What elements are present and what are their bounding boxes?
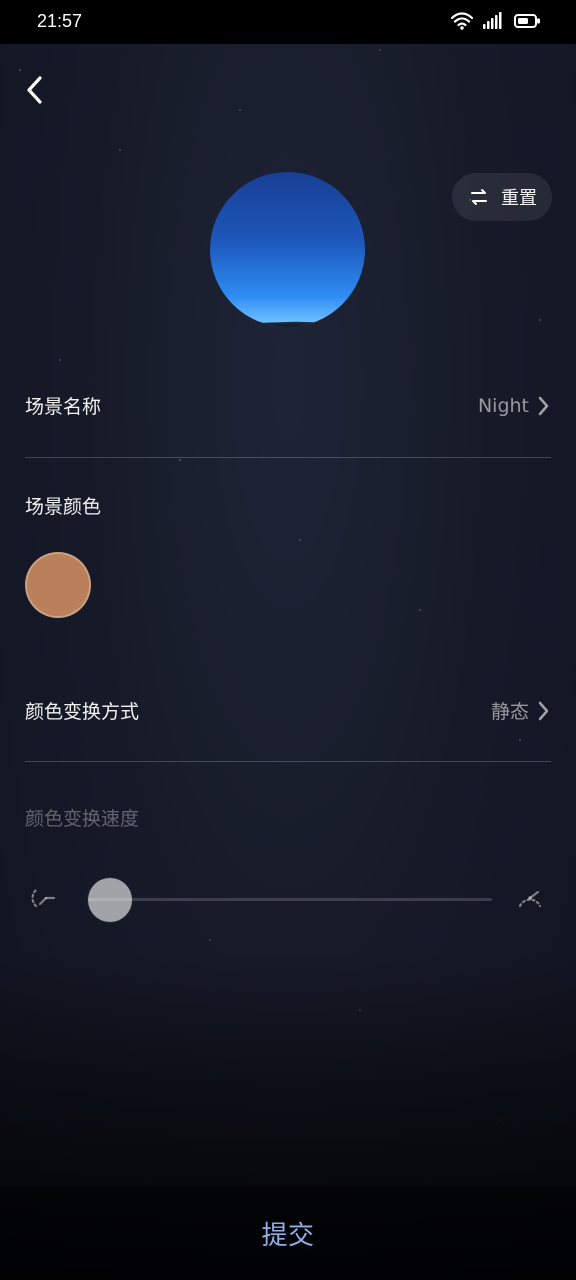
scene-color-row: 场景颜色 [25,492,551,519]
slow-speed-icon [31,888,56,908]
status-icons [450,12,542,30]
scene-name-value-wrap: Night [478,395,551,417]
reset-label: 重置 [501,188,537,209]
chevron-right-icon [538,396,549,415]
scene-name-value: Night [477,394,529,417]
color-transition-value: 静态 [490,701,529,723]
battery-icon [514,14,540,28]
status-time: 21:57 [37,11,83,31]
scene-name-label: 场景名称 [25,396,102,418]
fast-speed-icon [518,890,542,908]
back-button[interactable] [18,70,54,110]
chevron-left-icon [27,76,42,104]
slider-track[interactable] [88,878,492,922]
status-bar: 21:57 [0,0,576,44]
scene-color-label: 场景颜色 [25,496,102,518]
color-transition-value-wrap: 静态 [491,697,551,724]
color-transition-label: 颜色变换方式 [25,701,140,723]
scene-color-swatch[interactable] [25,552,91,618]
scene-name-row[interactable]: 场景名称 Night [25,392,551,419]
cellular-signal-icon [483,12,502,29]
scene-preview-image [210,172,365,327]
slider-thumb[interactable] [88,878,132,922]
submit-button[interactable]: 提交 [261,1215,314,1252]
divider [25,457,551,458]
divider [25,761,551,762]
color-speed-slider[interactable] [30,878,546,922]
wifi-icon [450,12,474,30]
refresh-icon [471,189,487,205]
reset-button[interactable]: 重置 [452,173,552,221]
color-transition-row[interactable]: 颜色变换方式 静态 [25,697,551,724]
color-speed-label: 颜色变换速度 [25,808,140,830]
submit-bar: 提交 [0,1186,576,1280]
chevron-right-icon [538,701,549,720]
